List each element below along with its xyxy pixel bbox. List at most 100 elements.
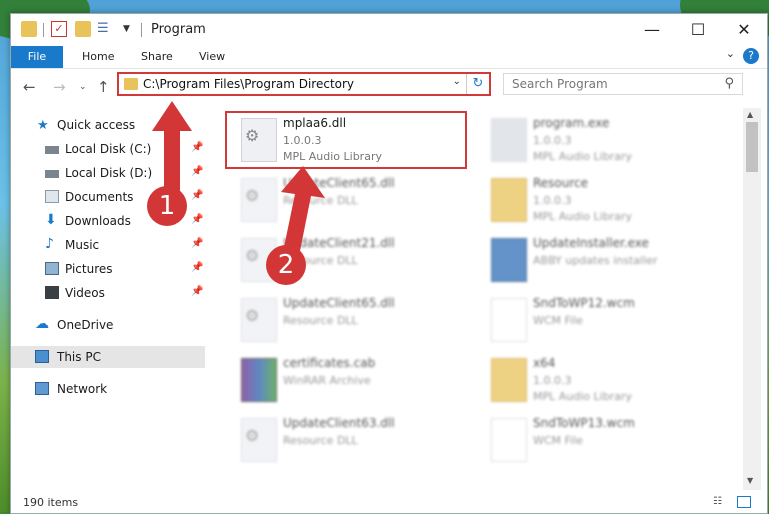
file-name: x64 (533, 356, 556, 370)
file-description: Resource DLL (283, 434, 358, 447)
step-marker-1: 1 (147, 186, 187, 226)
tab-share[interactable]: Share (141, 46, 173, 68)
gear-icon: ⚙ (245, 246, 260, 265)
file-version: 1.0.0.3 (533, 194, 572, 207)
help-button[interactable]: ? (743, 48, 759, 64)
divider (141, 23, 142, 37)
sidebar-item-label: This PC (57, 350, 101, 364)
sidebar-item-label: Quick access (57, 118, 136, 132)
pin-icon[interactable]: 📌 (191, 286, 203, 297)
gear-icon: ⚙ (245, 306, 260, 325)
sidebar-item-label: OneDrive (57, 318, 114, 332)
divider (43, 23, 44, 37)
vertical-scrollbar[interactable]: ▲ ▼ (743, 108, 761, 490)
file-item[interactable]: Resource 1.0.0.3 MPL Audio Library (485, 172, 735, 230)
folder-icon (491, 358, 527, 402)
sidebar-item-videos[interactable]: Videos 📌 (11, 282, 205, 304)
sidebar-item-music[interactable]: ♪ Music 📌 (11, 234, 205, 256)
forward-arrow-icon[interactable]: → (53, 78, 66, 96)
explorer-window: ✓ ☰ ▼ Program — ☐ ✕ File Home Share View… (10, 13, 768, 514)
back-arrow-icon[interactable]: ← (23, 78, 36, 96)
file-item[interactable]: x64 1.0.0.3 MPL Audio Library (485, 352, 735, 410)
window-title: Program (151, 22, 206, 37)
file-version: 1.0.0.3 (533, 134, 572, 147)
list-view-icon[interactable]: ☰ (97, 21, 113, 37)
file-item[interactable]: certificates.cab WinRAR Archive (235, 352, 485, 410)
blank-file-icon (491, 298, 527, 342)
archive-icon (241, 358, 277, 402)
sidebar-item-label: Network (57, 382, 108, 396)
scroll-up-arrow-icon[interactable]: ▲ (747, 110, 753, 119)
title-bar: ✓ ☰ ▼ Program — ☐ ✕ (11, 14, 767, 46)
file-description: Resource DLL (283, 314, 358, 327)
ribbon-tabs: File Home Share View ⌄ ? (11, 46, 767, 69)
sidebar-item-this-pc[interactable]: This PC (11, 346, 205, 368)
file-description: WCM File (533, 434, 583, 447)
drive-icon (45, 146, 59, 154)
file-name: UpdateClient65.dll (283, 296, 395, 310)
address-dropdown-chevron-icon[interactable]: ⌄ (453, 76, 461, 87)
folder-icon (124, 78, 138, 90)
file-name: SndToWP12.wcm (533, 296, 635, 310)
file-highlight-box (225, 111, 467, 169)
pictures-icon (45, 262, 59, 275)
sidebar-item-label: Pictures (65, 262, 113, 276)
gear-icon: ⚙ (245, 426, 260, 445)
file-item[interactable]: UpdateInstaller.exe ABBY updates install… (485, 232, 735, 290)
properties-check-icon[interactable]: ✓ (51, 21, 67, 37)
cloud-icon: ☁ (35, 316, 49, 332)
folder-icon (21, 21, 37, 37)
search-icon[interactable]: ⚲ (724, 76, 734, 91)
file-item[interactable]: SndToWP13.wcm WCM File (485, 412, 735, 470)
pin-icon[interactable]: 📌 (191, 238, 203, 249)
file-name: UpdateClient63.dll (283, 416, 395, 430)
file-item[interactable]: program.exe 1.0.0.3 MPL Audio Library (485, 112, 735, 170)
download-arrow-icon: ⬇ (45, 212, 57, 228)
step-marker-2: 2 (266, 245, 306, 285)
sidebar-item-label: Documents (65, 190, 134, 204)
large-icons-view-icon[interactable] (737, 496, 751, 508)
file-item[interactable]: ⚙ UpdateClient65.dll Resource DLL (235, 292, 485, 350)
pin-icon[interactable]: 📌 (191, 262, 203, 273)
address-path[interactable]: C:\Program Files\Program Directory (143, 77, 354, 91)
sidebar-item-onedrive[interactable]: ☁ OneDrive (11, 314, 205, 336)
folder-icon (491, 178, 527, 222)
recent-locations-chevron-icon[interactable]: ⌄ (79, 82, 87, 92)
tab-view[interactable]: View (199, 46, 225, 68)
file-name: certificates.cab (283, 356, 376, 370)
file-description: WinRAR Archive (283, 374, 371, 387)
file-item[interactable]: ⚙ UpdateClient63.dll Resource DLL (235, 412, 485, 470)
tab-home[interactable]: Home (82, 46, 114, 68)
exe-file-icon (491, 118, 527, 162)
close-button[interactable]: ✕ (721, 14, 767, 46)
sidebar-item-label: Music (65, 238, 100, 252)
refresh-button[interactable]: ↻ (466, 74, 489, 94)
sidebar-item-pictures[interactable]: Pictures 📌 (11, 258, 205, 280)
scroll-down-arrow-icon[interactable]: ▼ (747, 476, 753, 485)
file-name: UpdateInstaller.exe (533, 236, 649, 250)
computer-icon (35, 350, 49, 363)
details-view-icon[interactable]: ☷ (713, 496, 727, 508)
new-folder-icon[interactable] (75, 21, 91, 37)
file-description: MPL Audio Library (533, 390, 632, 403)
customize-toolbar-dropdown-icon[interactable]: ▼ (123, 21, 139, 37)
music-note-icon: ♪ (45, 236, 54, 252)
search-box[interactable]: Search Program ⚲ (503, 73, 743, 95)
file-item[interactable]: SndToWP12.wcm WCM File (485, 292, 735, 350)
scrollbar-thumb[interactable] (746, 122, 758, 172)
sidebar-item-network[interactable]: Network (11, 378, 205, 400)
file-description: ABBY updates installer (533, 254, 658, 267)
search-input[interactable]: Search Program (512, 77, 608, 91)
file-name: SndToWP13.wcm (533, 416, 635, 430)
minimize-button[interactable]: — (629, 14, 675, 46)
status-bar: 190 items ☷ (11, 492, 767, 513)
navigation-bar: ← → ⌄ ↑ C:\Program Files\Program Directo… (11, 69, 767, 105)
maximize-button[interactable]: ☐ (675, 14, 721, 46)
star-icon: ★ (37, 118, 49, 133)
tab-file[interactable]: File (11, 46, 63, 68)
expand-ribbon-chevron-icon[interactable]: ⌄ (726, 47, 735, 60)
file-description: WCM File (533, 314, 583, 327)
film-icon (45, 286, 59, 299)
up-arrow-icon[interactable]: ↑ (97, 78, 110, 96)
address-bar[interactable]: C:\Program Files\Program Directory ⌄ ↻ (117, 72, 491, 96)
